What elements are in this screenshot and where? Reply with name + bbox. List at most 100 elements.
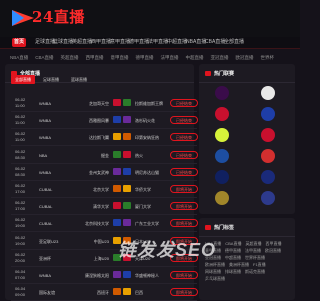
match-league: NBA xyxy=(39,152,48,158)
subnav-item[interactable]: NBA直播 xyxy=(10,55,28,60)
match-row[interactable]: 06-02 08:30 WNBA 金州女武神 明尼苏达山猫 已经结束 xyxy=(11,165,198,181)
match-time: 08:30 xyxy=(15,154,26,160)
league-logo-NBA[interactable] xyxy=(215,149,229,163)
match-row[interactable]: 06-02 19:00 CUBAL 北京科技大学 广东工业大学 即将开始 xyxy=(11,216,198,233)
match-status-button[interactable]: 已经结束 xyxy=(170,150,198,159)
subnav-item[interactable]: 亚冠直播 xyxy=(211,55,229,60)
home-team-logo xyxy=(113,99,121,106)
match-status-button[interactable]: 已经结束 xyxy=(170,99,198,107)
panel-header: 热门标签 xyxy=(205,224,234,232)
tag-item[interactable]: 欧冠直播 xyxy=(265,248,281,253)
match-row[interactable]: 06-02 08:30 NBA 掘金 热火 已经结束 xyxy=(11,148,198,164)
subnav-item[interactable]: 意甲直播 xyxy=(111,55,129,60)
match-status-button[interactable]: 即将开始 xyxy=(170,185,198,193)
home-team-logo xyxy=(113,167,121,175)
home-team-logo xyxy=(113,271,121,278)
all-live-panel: 全部直播 全部直播 足球直播 篮球直播 06-02 11:00 WNBA 芝加哥天空 拉斯维… xyxy=(5,64,198,301)
tag-item[interactable]: 世界杯直播 xyxy=(245,255,265,260)
league-logo-欧洲杯[interactable] xyxy=(261,191,275,205)
match-datetime: 06-02 19:00 xyxy=(15,217,33,229)
match-league: WNBA xyxy=(39,135,51,141)
match-time: 19:00 xyxy=(15,240,26,246)
subnav-item[interactable]: 欧冠直播 xyxy=(236,55,254,60)
match-status-button[interactable]: 即将开始 xyxy=(170,288,198,297)
tab-2[interactable]: 篮球直播 xyxy=(67,75,91,84)
home-team: 掘金 xyxy=(101,152,109,158)
away-team-logo xyxy=(123,167,131,175)
row-divider xyxy=(11,145,197,147)
nav-item[interactable]: 全部直播 xyxy=(222,38,246,47)
tab-1[interactable]: 足球直播 xyxy=(39,75,63,84)
match-datetime: 06-02 08:30 xyxy=(15,166,33,178)
league-logo-CBA[interactable] xyxy=(261,149,275,163)
tag-item[interactable]: 西甲直播 xyxy=(265,241,281,246)
league-logo-欧冠[interactable] xyxy=(261,170,275,184)
match-row[interactable]: 06-02 11:00 WNBA 达拉斯飞翼 印第安纳狂热 已经结束 xyxy=(11,130,198,147)
league-logo-德甲[interactable] xyxy=(215,107,229,121)
main-nav: 首页 足球直播 篮球直播 英超直播 西甲直播 意甲直播 德甲直播 法甲直播 中超直播 NBA直播 C… xyxy=(0,37,300,49)
match-row[interactable]: 06-04 07:00 WNBA 康涅狄格太阳 华盛顿神秘人 即将开始 xyxy=(11,268,198,284)
league-logo-世界杯[interactable] xyxy=(215,191,229,205)
league-logo-英超[interactable] xyxy=(215,86,229,100)
tag-item[interactable]: CBA直播 xyxy=(225,241,241,246)
subnav-item[interactable]: 德甲直播 xyxy=(136,55,154,60)
panel-title: 热门标签 xyxy=(214,225,235,231)
match-datetime: 06-04 07:00 xyxy=(15,269,33,281)
league-logo-中超[interactable] xyxy=(261,128,275,142)
match-time: 07:00 xyxy=(15,275,26,280)
away-team-logo xyxy=(123,185,131,192)
match-row[interactable]: 06-04 09:00 国际友谊 西班牙 巴西 即将开始 xyxy=(11,285,198,301)
match-status-button[interactable]: 即将开始 xyxy=(170,202,198,211)
home-team-logo xyxy=(113,133,121,141)
home-team-logo xyxy=(113,150,121,158)
away-team: 广东工业大学 xyxy=(135,221,159,227)
away-team: 印第安纳狂热 xyxy=(135,135,159,141)
match-league: CUBAL xyxy=(39,204,53,210)
subnav-item[interactable]: CBA直播 xyxy=(35,55,53,60)
match-row[interactable]: 06-02 11:00 WNBA 芝加哥天空 拉斯维加斯王牌 已经结束 xyxy=(11,96,198,112)
league-logo-亚冠[interactable] xyxy=(215,170,229,184)
tag-item[interactable]: 斯诺克直播 xyxy=(245,269,265,274)
subnav-item[interactable]: 西甲直播 xyxy=(86,55,104,60)
home-team: 康涅狄格太阳 xyxy=(85,273,109,278)
tag-item[interactable]: 中超直播 xyxy=(225,255,241,260)
tag-item[interactable]: 排球直播 xyxy=(225,269,241,274)
match-status-button[interactable]: 已经结束 xyxy=(170,133,198,142)
away-team-logo xyxy=(123,271,131,278)
away-team-logo xyxy=(123,288,131,296)
home-team-logo xyxy=(113,288,121,296)
match-row[interactable]: 06-02 11:00 WNBA 西雅图风暴 洛杉矶火花 已经结束 xyxy=(11,113,198,130)
match-row[interactable]: 06-02 17:00 CUBAL 清华大学 厦门大学 即将开始 xyxy=(11,199,198,216)
match-league: WNBA xyxy=(39,101,51,106)
row-divider xyxy=(11,162,197,164)
match-status-button[interactable]: 即将开始 xyxy=(170,219,198,228)
tag-item[interactable]: 法甲直播 xyxy=(245,248,261,253)
home-team: 中国U23 xyxy=(93,238,109,244)
tag-item[interactable]: 英超直播 xyxy=(245,241,261,246)
match-row[interactable]: 06-02 17:00 CUBAL 北京大学 华侨大学 即将开始 xyxy=(11,182,198,198)
match-status-button[interactable]: 已经结束 xyxy=(170,167,198,176)
match-time: 09:00 xyxy=(15,292,26,298)
tag-item[interactable]: 网球直播 xyxy=(205,269,221,274)
subnav-item[interactable]: 英超直播 xyxy=(61,55,79,60)
tag-item[interactable]: 德甲直播 xyxy=(225,248,241,253)
subnav-item[interactable]: 中超直播 xyxy=(186,55,204,60)
brand-logo-text[interactable]: 24直播 xyxy=(32,6,85,27)
match-status-button[interactable]: 已经结束 xyxy=(170,116,198,125)
tag-item[interactable]: 美洲杯直播 xyxy=(229,262,249,267)
match-datetime: 06-02 11:00 xyxy=(15,114,33,126)
away-team: 华侨大学 xyxy=(135,187,151,192)
tag-item[interactable]: F1直播 xyxy=(253,262,266,267)
tag-item[interactable]: 乒乓球直播 xyxy=(205,276,225,281)
subnav-item[interactable]: 世界杯 xyxy=(261,55,275,60)
match-league: 国际友谊 xyxy=(39,290,55,296)
match-status-button[interactable]: 即将开始 xyxy=(170,271,198,279)
league-logo-法甲[interactable] xyxy=(215,128,229,142)
away-team-logo xyxy=(123,219,131,227)
subnav-item[interactable]: 法甲直播 xyxy=(161,55,179,60)
tag-item[interactable]: 欧洲杯直播 xyxy=(205,262,225,267)
nav-item[interactable]: 首页 xyxy=(12,38,27,47)
league-logo-意甲[interactable] xyxy=(261,107,275,121)
league-logo-西甲[interactable] xyxy=(261,86,275,100)
tab-0[interactable]: 全部直播 xyxy=(11,75,35,84)
